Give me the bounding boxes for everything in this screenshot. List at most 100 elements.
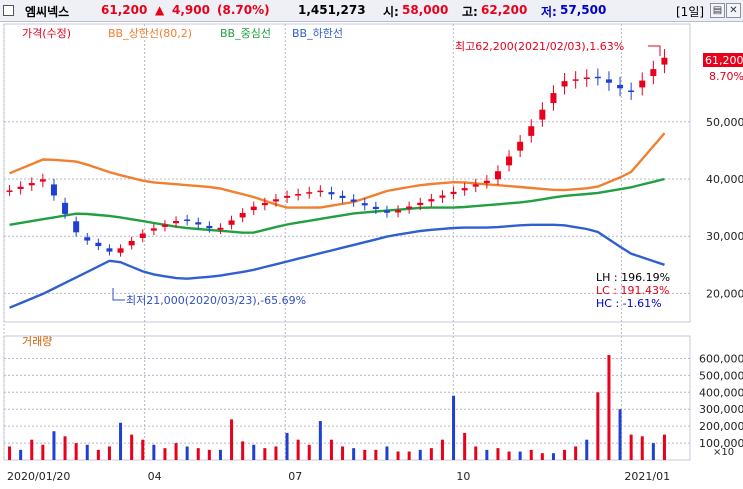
- volume-bar: [96, 449, 100, 460]
- volume-bars: [8, 355, 666, 460]
- volume-bar: [551, 453, 555, 460]
- volume-bar: [452, 395, 456, 460]
- volume-bar: [230, 419, 234, 460]
- volume-bar: [485, 449, 489, 460]
- volume-bar: [252, 444, 256, 460]
- candle-body: [206, 225, 213, 229]
- time-tick-label: 04: [148, 470, 162, 483]
- candle-body: [428, 199, 435, 202]
- candle-body: [406, 206, 413, 209]
- volume-bar: [596, 392, 600, 460]
- volume-bar: [418, 449, 422, 460]
- candle-body: [350, 199, 357, 202]
- chart-grid: [3, 23, 691, 461]
- volume-bar: [640, 436, 644, 460]
- time-tick-label: 10: [456, 470, 470, 483]
- candle-body: [395, 210, 402, 213]
- candle-body: [228, 220, 235, 225]
- candle-body: [461, 188, 468, 191]
- volume-unit: ×10: [713, 447, 734, 458]
- bollinger-bands: [9, 132, 666, 309]
- volume-bar: [651, 443, 655, 460]
- low-annotation-arrow: [112, 288, 125, 301]
- volume-bar: [241, 441, 245, 460]
- volume-bar: [396, 451, 400, 460]
- volume-bar: [174, 443, 178, 460]
- price-tick-label: 30,000: [706, 230, 743, 243]
- volume-tick-label: 600,000: [699, 352, 743, 365]
- volume-bar: [662, 434, 666, 460]
- low-annotation: 최저21,000(2020/03/23),-65.69%: [126, 294, 306, 307]
- volume-bar: [518, 451, 522, 460]
- volume-bar: [141, 439, 145, 460]
- candle-body: [550, 93, 557, 104]
- candle-body: [417, 202, 424, 206]
- candle-body: [650, 69, 657, 77]
- volume-bar: [329, 439, 333, 460]
- candle-body: [117, 248, 124, 253]
- volume-bar: [263, 448, 267, 460]
- volume-bar: [285, 432, 289, 460]
- volume-bar: [107, 446, 111, 460]
- volume-bar: [474, 446, 478, 460]
- candle-body: [572, 79, 579, 81]
- volume-bar: [218, 449, 222, 460]
- candle-body: [139, 233, 146, 239]
- candle-body: [617, 84, 624, 89]
- volume-bar: [629, 434, 633, 460]
- volume-bar: [429, 448, 433, 460]
- candle-body: [261, 202, 268, 206]
- candle-body: [284, 195, 291, 198]
- candle-body: [306, 192, 313, 194]
- candle-body: [539, 109, 546, 120]
- candle-body: [17, 186, 24, 189]
- volume-bar: [63, 436, 67, 460]
- price-panel-frame: [3, 23, 691, 323]
- candle-body: [583, 77, 590, 79]
- candle-body: [106, 248, 113, 252]
- candle-body: [173, 220, 180, 224]
- high-annotation: 최고62,200(2021/02/03),1.63%: [455, 40, 624, 53]
- volume-bar: [30, 439, 34, 460]
- volume-title: 거래량: [22, 335, 52, 348]
- candle-body: [372, 206, 379, 210]
- price-tick-label: 20,000: [706, 287, 743, 300]
- volume-bar: [296, 439, 300, 460]
- volume-bar: [163, 448, 167, 460]
- candle-body: [383, 210, 390, 213]
- series-line-3: [9, 223, 665, 309]
- candle-body: [250, 206, 257, 211]
- candle-body: [605, 79, 612, 83]
- candle-body: [128, 240, 135, 246]
- candle-body: [28, 183, 35, 186]
- time-tick-label: 2021/01: [624, 470, 670, 483]
- candle-body: [6, 190, 13, 192]
- candle-body: [472, 184, 479, 187]
- stat-lh: LH : 196.19%: [596, 271, 670, 284]
- candle-body: [195, 222, 202, 225]
- time-tick-label: 2020/01/20: [7, 470, 70, 483]
- candle-body: [439, 195, 446, 198]
- volume-tick-label: 500,000: [699, 369, 743, 382]
- volume-bar: [41, 444, 45, 460]
- candle-body: [561, 81, 568, 87]
- candle-body: [39, 179, 46, 182]
- candle-body: [184, 219, 191, 222]
- candle-body: [506, 156, 513, 166]
- candle-body: [95, 242, 102, 247]
- volume-bar: [607, 355, 611, 460]
- volume-bar: [352, 448, 356, 460]
- volume-bar: [130, 434, 134, 460]
- volume-bar: [274, 446, 278, 460]
- stat-hc: HC : -1.61%: [596, 297, 662, 310]
- time-tick-label: 07: [288, 470, 302, 483]
- volume-bar: [85, 444, 89, 460]
- candle-body: [62, 202, 69, 214]
- candle-body: [628, 90, 635, 92]
- volume-bar: [529, 449, 533, 460]
- candle-body: [528, 126, 535, 136]
- candle-body: [272, 199, 279, 202]
- volume-bar: [574, 446, 578, 460]
- candle-body: [494, 171, 501, 180]
- volume-bar: [363, 449, 367, 460]
